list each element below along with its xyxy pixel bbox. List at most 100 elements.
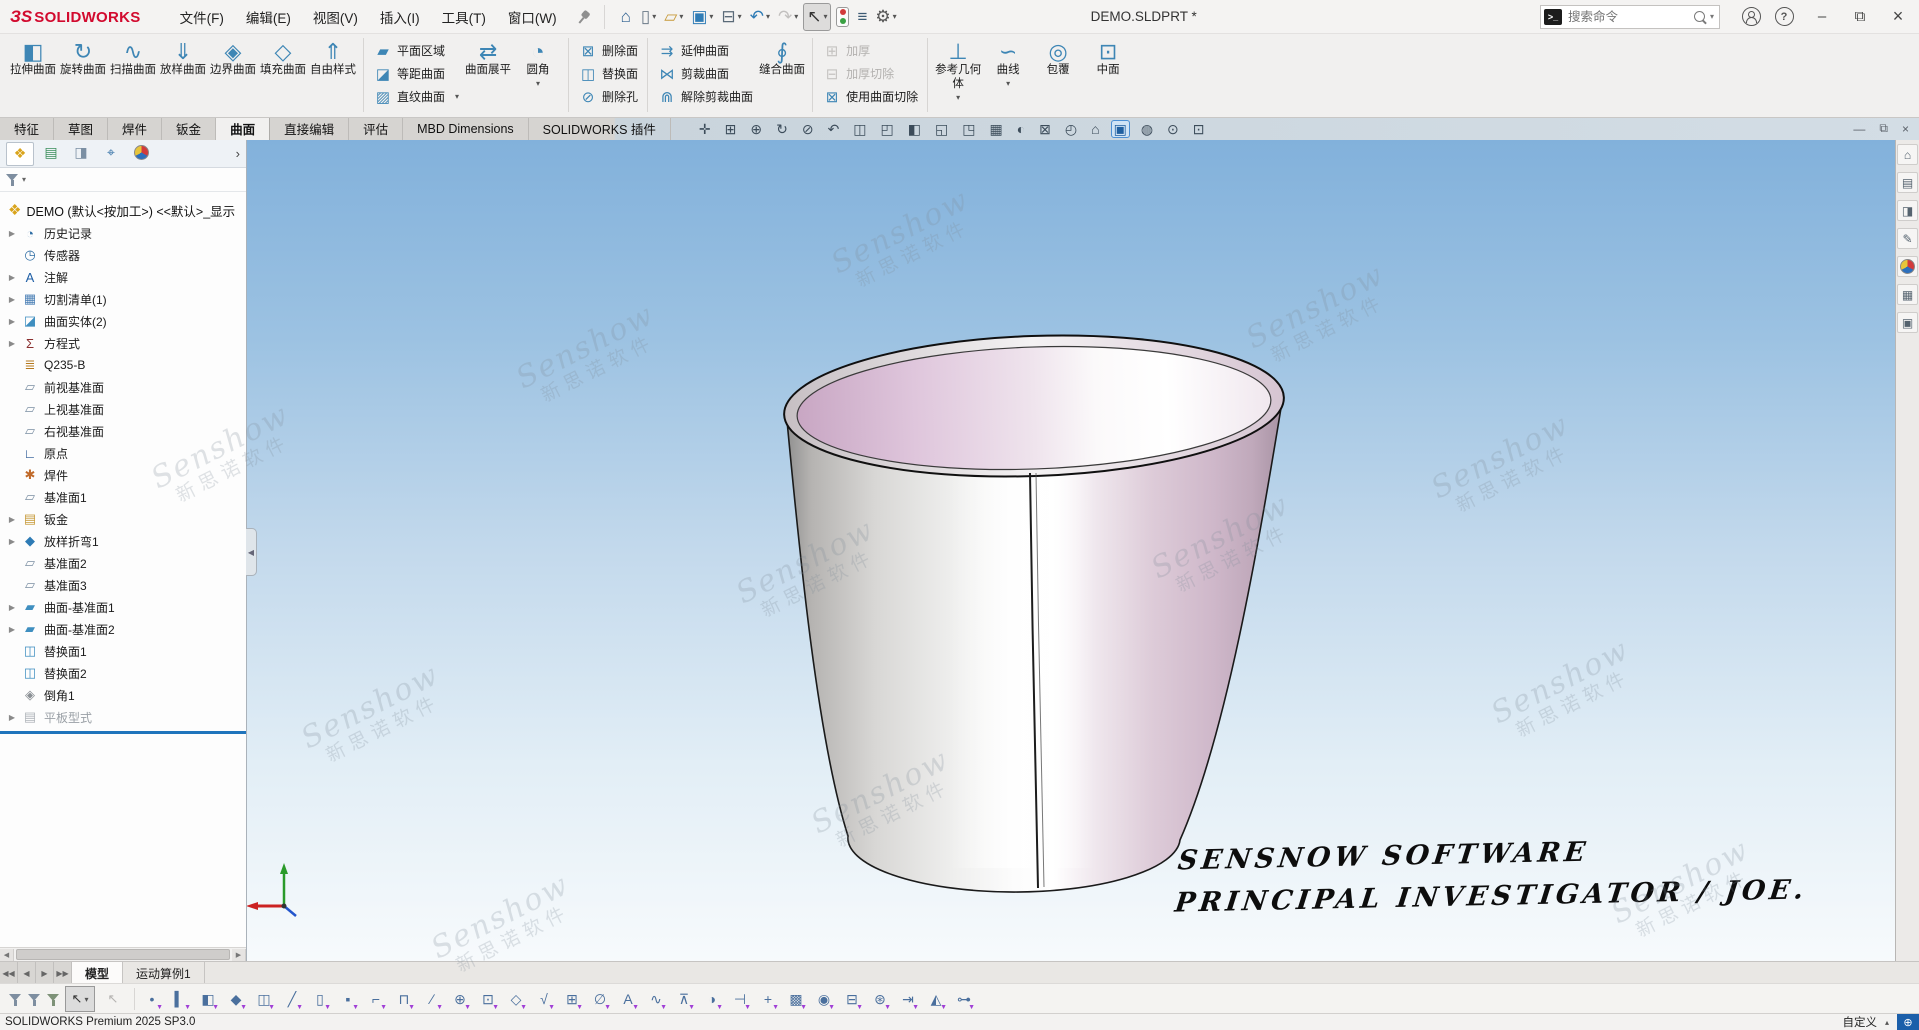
sketch-tool-button[interactable]: ▯ ▼ [308,987,332,1011]
ribbon-row-button[interactable]: ◪ 等距曲面 [369,62,463,85]
command-tab[interactable]: 特征 [0,117,54,140]
expand-arrow-icon[interactable]: ▶ [4,295,20,304]
sketch-tool-button[interactable]: ⌐ ▼ [364,987,388,1011]
ribbon-row-button[interactable]: ⋈ 剪裁曲面 [653,62,757,85]
ribbon-large-button[interactable]: ⊥ 参考几何体 ▾ [933,33,983,117]
taskpane-tab-icon[interactable]: ▦ [1897,284,1918,305]
sketch-tool-button[interactable]: • ▼ [140,987,164,1011]
expand-arrow-icon[interactable]: ▶ [4,317,20,326]
ribbon-large-button[interactable]: ⊡ 中面 [1083,33,1133,117]
command-tab[interactable]: 评估 [349,117,403,140]
headsup-icon[interactable]: ⊠ [1037,121,1053,137]
settings-button[interactable]: ⚙ ▾ [872,4,899,30]
expand-arrow-icon[interactable]: ▶ [4,273,20,282]
search-input[interactable] [1566,9,1694,25]
sketch-tool-button[interactable]: ◉ ▼ [812,987,836,1011]
tree-item[interactable]: ▱ 上视基准面 [0,398,246,420]
tree-item[interactable]: ▶ ▤ 钣金 [0,508,246,530]
doc-window-button[interactable]: × [1902,122,1909,136]
tree-item[interactable]: ◫ 替换面2 [0,662,246,684]
quickbar-button[interactable]: ↶ ▾ [747,4,773,30]
quickbar-button[interactable]: ▱ ▾ [661,4,686,30]
headsup-icon[interactable]: ◴ [1063,121,1079,137]
tree-item[interactable]: ▱ 基准面2 [0,552,246,574]
chevron-down-icon[interactable]: ▾ [652,12,656,21]
pin-icon[interactable] [573,7,593,27]
sketch-tool-button[interactable]: ∕ ▼ [420,987,444,1011]
sketch-tool-button[interactable]: √ ▼ [532,987,556,1011]
panel-tab-icon[interactable] [128,142,154,164]
expand-arrow-icon[interactable]: ▶ [4,229,20,238]
headsup-icon[interactable]: ↻ [774,121,790,137]
headsup-icon[interactable]: ◱ [933,121,950,137]
doc-window-button[interactable]: ⧉ [1879,121,1888,136]
ribbon-row-button[interactable]: ⇉ 延伸曲面 [653,39,757,62]
sketch-tool-button[interactable]: ◇ ▼ [504,987,528,1011]
chevron-down-icon[interactable]: ▾ [738,12,742,21]
menu-item[interactable]: 窗口(W) [497,0,568,33]
taskpane-tab-icon[interactable] [1897,256,1918,277]
headsup-icon[interactable]: ⌂ [1089,121,1101,137]
sketch-tool-button[interactable]: ⇥ ▼ [896,987,920,1011]
panel-collapse-handle[interactable]: ◀ [246,528,257,576]
sketch-tool-button[interactable]: ⊡ ▼ [476,987,500,1011]
scroll-left-arrow[interactable]: ◀ [0,949,14,961]
headsup-icon[interactable]: ▣ [1112,121,1129,137]
sketch-tool-button[interactable]: ◑ ▼ [700,987,724,1011]
ribbon-row-button[interactable]: ⋒ 解除剪裁曲面 [653,85,757,108]
doc-window-button[interactable]: — [1853,122,1865,136]
ribbon-large-button[interactable]: ↻ 旋转曲面 [58,33,108,117]
options-list-button[interactable]: ≡ [854,4,870,30]
help-button[interactable]: ? [1769,4,1799,30]
sketch-tool-button[interactable]: A ▼ [616,987,640,1011]
scrollbar-thumb[interactable] [16,949,230,960]
sketch-tool-button[interactable]: + ▼ [756,987,780,1011]
chevron-down-icon[interactable]: ▾ [22,175,26,184]
tree-item[interactable]: ▶ A 注解 [0,266,246,288]
headsup-icon[interactable]: ✛ [697,121,713,137]
taskpane-tab-icon[interactable]: ⌂ [1897,144,1918,165]
panel-tab-icon[interactable]: ❖ [6,142,34,166]
sketch-tool-button[interactable]: ◆ ▼ [224,987,248,1011]
expand-arrow-icon[interactable]: ▶ [4,339,20,348]
headsup-icon[interactable]: ▦ [987,121,1004,137]
sketch-tool-button[interactable]: ▪ ▼ [336,987,360,1011]
search-box[interactable]: >_ ▾ [1540,5,1720,29]
tree-item[interactable]: ▶ ▦ 切割清单(1) [0,288,246,310]
headsup-icon[interactable]: ⊕ [748,121,764,137]
user-account-icon[interactable] [1742,7,1761,26]
sketch-tool-button[interactable]: ╱ ▼ [280,987,304,1011]
ribbon-row-button[interactable]: ▰ 平面区域 [369,39,463,62]
ribbon-row-button[interactable]: ⊠ 使用曲面切除 [818,85,922,108]
ribbon-row-button[interactable]: ⊟ 加厚切除 [818,62,922,85]
headsup-icon[interactable]: ◍ [1139,121,1155,137]
command-tab[interactable]: 曲面 [216,117,270,140]
sketch-tool-button[interactable]: ⊟ ▼ [840,987,864,1011]
ribbon-row-button[interactable]: ⊘ 删除孔 [574,85,642,108]
ribbon-row-button[interactable]: ⊠ 删除面 [574,39,642,62]
ribbon-large-button[interactable]: ∿ 扫描曲面 [108,33,158,117]
sketch-tool-button[interactable]: ∿ ▼ [644,987,668,1011]
expand-arrow-icon[interactable]: ▶ [4,603,20,612]
ribbon-large-button[interactable]: ⇑ 自由样式 [308,33,358,117]
sketch-tool-button[interactable]: ◧ ▼ [196,987,220,1011]
rollback-bar[interactable] [0,731,246,734]
sketch-tool-button[interactable]: ⊕ ▼ [448,987,472,1011]
ribbon-large-button[interactable]: ◈ 边界曲面 [208,33,258,117]
taskpane-tab-icon[interactable]: ▣ [1897,312,1918,333]
tree-item[interactable]: ▶ ◔ 历史记录 [0,222,246,244]
select-tool-button[interactable]: ↖ ▾ [803,3,831,31]
model-tab[interactable]: 模型 [72,962,123,984]
filter-icon[interactable] [28,993,41,1006]
sketch-tool-button[interactable]: ∅ ▼ [588,987,612,1011]
tree-item[interactable]: ◈ 倒角1 [0,684,246,706]
ribbon-large-button[interactable]: ◇ 填充曲面 [258,33,308,117]
tree-item[interactable]: ▶ Σ 方程式 [0,332,246,354]
tree-item[interactable]: ▱ 右视基准面 [0,420,246,442]
tree-item[interactable]: ∟ 原点 [0,442,246,464]
knit-surface-button[interactable]: ∮ 缝合曲面 [757,33,807,117]
chevron-down-icon[interactable]: ▾ [893,12,897,21]
tree-item[interactable]: ▶ ◆ 放样折弯1 [0,530,246,552]
ribbon-large-button[interactable]: ◎ 包覆 [1033,33,1083,117]
graphics-viewport[interactable]: SENSNOW SOFTWARE PRINCIPAL INVESTIGATOR … [0,140,1919,961]
